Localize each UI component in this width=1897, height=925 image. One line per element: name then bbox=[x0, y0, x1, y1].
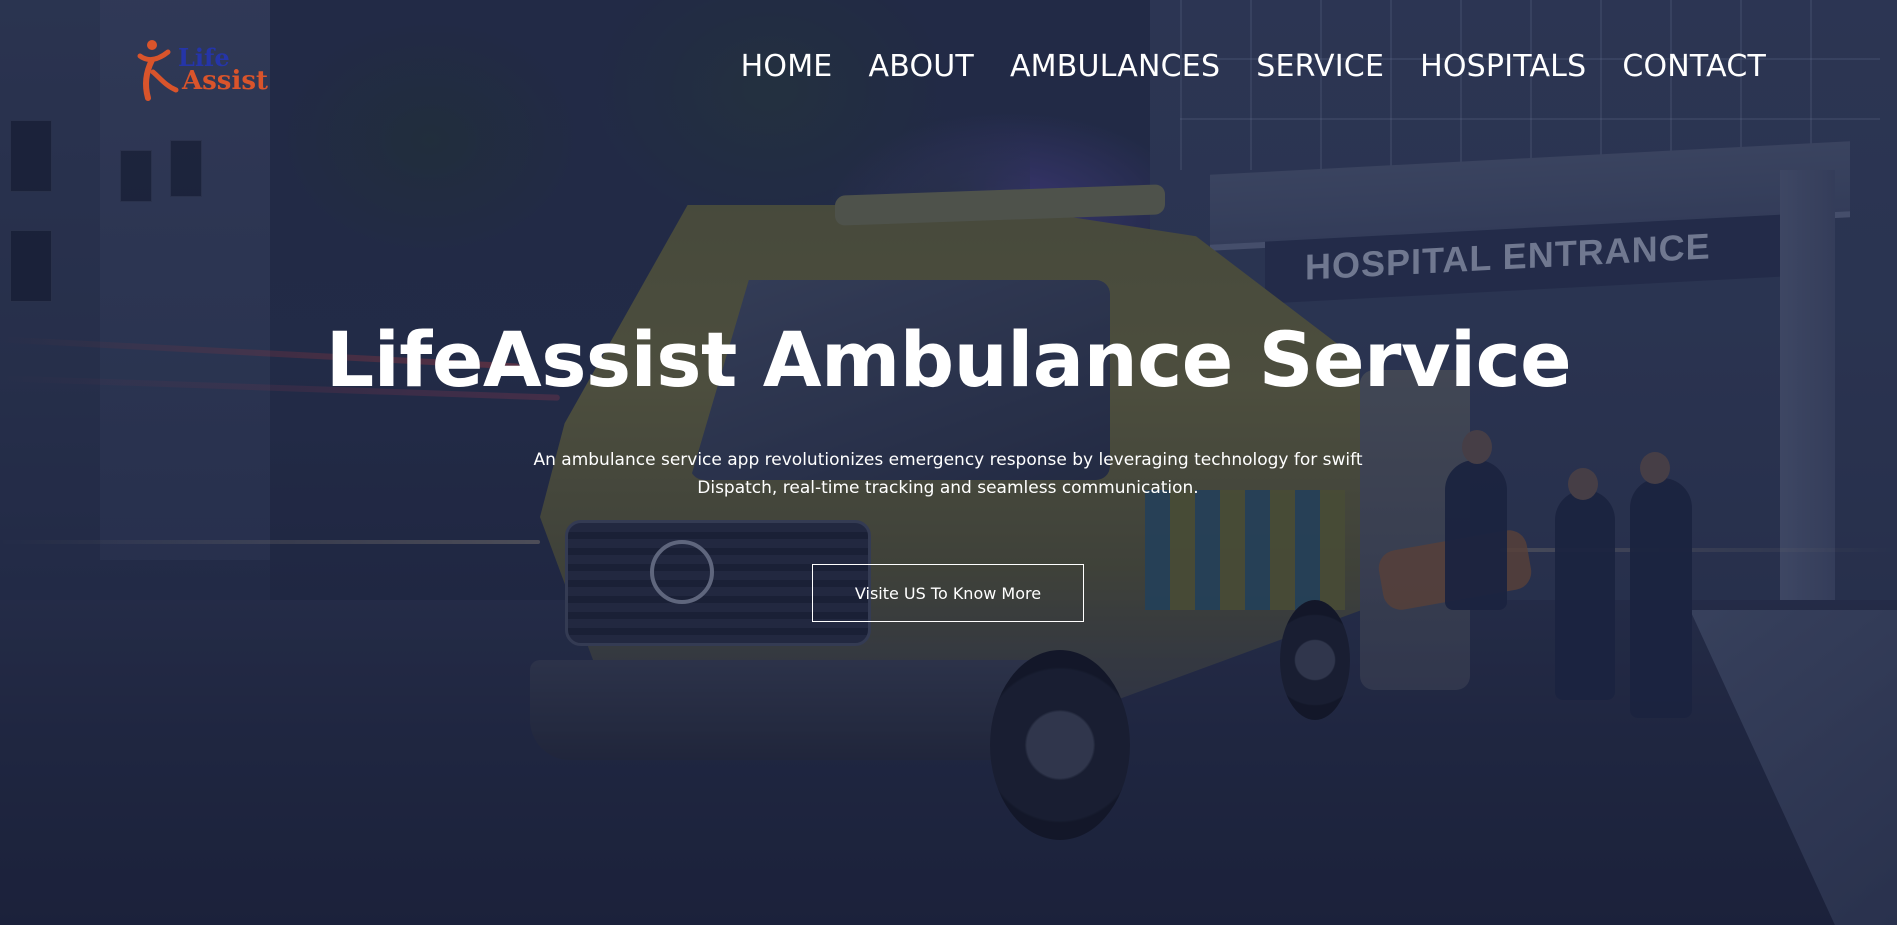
main-nav: HOME ABOUT AMBULANCES SERVICE HOSPITALS … bbox=[741, 52, 1766, 82]
nav-item-service: SERVICE bbox=[1256, 52, 1384, 82]
nav-item-contact: CONTACT bbox=[1622, 52, 1766, 82]
hero-subtitle: An ambulance service app revolutionizes … bbox=[533, 450, 1363, 498]
nav-link-contact[interactable]: CONTACT bbox=[1622, 49, 1766, 84]
nav-link-hospitals[interactable]: HOSPITALS bbox=[1420, 49, 1586, 84]
nav-item-home: HOME bbox=[741, 52, 833, 82]
site-logo[interactable]: Life Assist bbox=[134, 36, 268, 102]
nav-link-ambulances[interactable]: AMBULANCES bbox=[1010, 49, 1220, 84]
nav-link-about[interactable]: ABOUT bbox=[868, 49, 973, 84]
nav-item-hospitals: HOSPITALS bbox=[1420, 52, 1586, 82]
logo-text-assist: Assist bbox=[182, 66, 268, 96]
hero-section: HOSPITAL ENTRANCE Life Assist HOME ABOUT… bbox=[0, 0, 1897, 925]
nav-link-home[interactable]: HOME bbox=[741, 49, 833, 84]
hero-title: LifeAssist Ambulance Service bbox=[325, 315, 1572, 404]
runner-figure-icon bbox=[137, 40, 179, 101]
nav-item-about: ABOUT bbox=[868, 52, 973, 82]
nav-item-ambulances: AMBULANCES bbox=[1010, 52, 1220, 82]
visit-us-button[interactable]: Visite US To Know More bbox=[812, 564, 1084, 622]
nav-link-service[interactable]: SERVICE bbox=[1256, 49, 1384, 84]
